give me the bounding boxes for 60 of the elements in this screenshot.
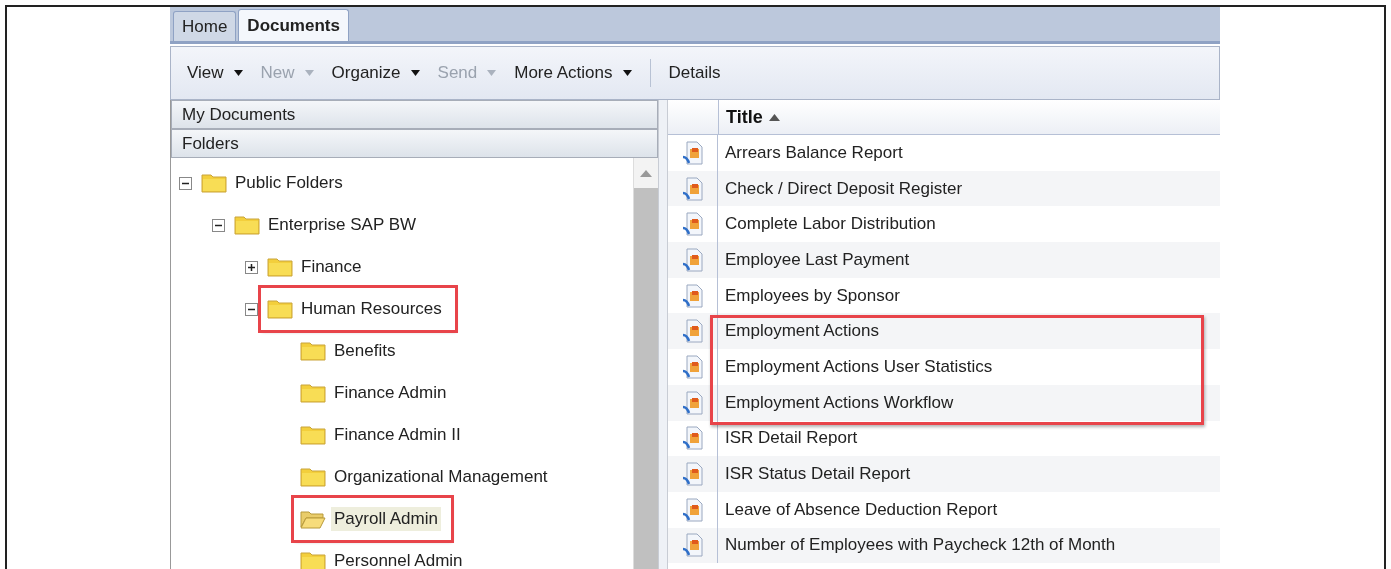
folder-icon: [300, 551, 326, 569]
menu-button[interactable]: View: [183, 59, 247, 87]
scrollbar[interactable]: [633, 158, 658, 569]
open-folder-icon: [300, 509, 326, 529]
report-title[interactable]: Employees by Sponsor: [718, 285, 900, 306]
folder-icon: [234, 215, 260, 235]
report-icon: [681, 247, 704, 272]
expand-icon[interactable]: [245, 260, 258, 274]
folder-icon: [300, 425, 326, 445]
report-icon: [681, 533, 704, 558]
report-icon: [681, 319, 704, 344]
folder-icon: [300, 383, 326, 403]
collapse-icon[interactable]: [179, 176, 192, 190]
folder-icon: [300, 467, 326, 487]
caret-icon: [487, 70, 497, 76]
report-icon: [681, 283, 704, 308]
collapse-icon[interactable]: [212, 218, 225, 232]
section-header[interactable]: My Documents: [171, 100, 658, 129]
report-title[interactable]: Complete Labor Distribution: [718, 214, 936, 235]
tab[interactable]: Documents: [238, 9, 349, 41]
folder-icon: [201, 173, 227, 193]
caret-icon: [304, 70, 314, 76]
report-icon: [681, 140, 704, 165]
folder-label[interactable]: Organizational Management: [331, 465, 551, 489]
report-icon: [681, 462, 704, 487]
report-icon: [681, 354, 704, 379]
folder-label[interactable]: Finance Admin: [331, 381, 450, 405]
report-title[interactable]: ISR Detail Report: [718, 428, 858, 449]
toolbar-button[interactable]: Details: [664, 59, 725, 87]
collapse-icon[interactable]: [245, 302, 258, 316]
tab[interactable]: Home: [173, 11, 237, 41]
report-title[interactable]: Arrears Balance Report: [718, 142, 903, 163]
menu-button[interactable]: Organize: [327, 59, 424, 87]
folder-icon: [267, 299, 293, 319]
scroll-up-icon[interactable]: [640, 169, 652, 177]
folder-label[interactable]: Personnel Admin: [331, 549, 466, 569]
menu-button[interactable]: More Actions: [510, 59, 636, 87]
folder-label[interactable]: Benefits: [331, 339, 399, 363]
caret-icon: [233, 70, 243, 76]
report-icon: [681, 212, 704, 237]
folder-label[interactable]: Finance: [298, 255, 365, 279]
caret-icon: [622, 70, 632, 76]
folder-label[interactable]: Public Folders: [232, 171, 346, 195]
column-header[interactable]: Title: [726, 106, 763, 128]
report-title[interactable]: Employment Actions: [718, 321, 879, 342]
section-header[interactable]: Folders: [171, 129, 658, 158]
report-title[interactable]: Leave of Absence Deduction Report: [718, 499, 998, 520]
folder-icon: [267, 257, 293, 277]
report-icon: [681, 497, 704, 522]
report-icon: [681, 390, 704, 415]
folder-label[interactable]: Payroll Admin: [331, 507, 441, 531]
folder-label[interactable]: Finance Admin II: [331, 423, 464, 447]
report-icon: [681, 426, 704, 451]
folder-icon: [300, 341, 326, 361]
report-title[interactable]: Employment Actions User Statistics: [718, 356, 993, 377]
report-icon: [681, 176, 704, 201]
folder-label[interactable]: Enterprise SAP BW: [265, 213, 420, 237]
caret-icon: [410, 70, 420, 76]
folder-label[interactable]: Human Resources: [298, 297, 445, 321]
sort-ascending-icon[interactable]: [768, 113, 780, 121]
